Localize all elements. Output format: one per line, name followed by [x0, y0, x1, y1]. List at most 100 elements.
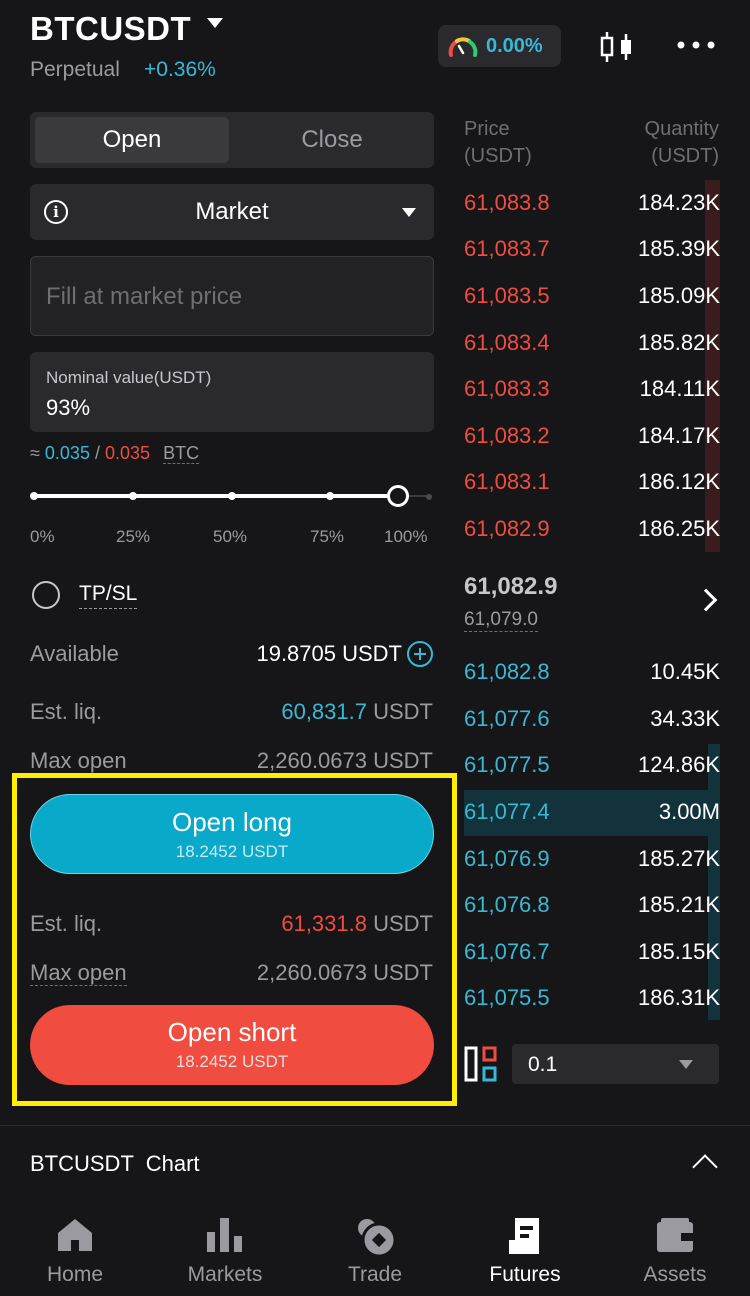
- bid-row[interactable]: 61,077.5 124.86K: [464, 743, 720, 789]
- short-max-open-label-text[interactable]: Max open: [30, 960, 127, 986]
- slider-stop-50[interactable]: [228, 492, 236, 500]
- candlestick-icon[interactable]: [598, 30, 636, 64]
- sentiment-value: 0.00%: [486, 35, 543, 57]
- bid-row[interactable]: 61,077.4 3.00M: [464, 790, 720, 836]
- ask-price: 61,083.5: [464, 283, 550, 308]
- tab-open[interactable]: Open: [35, 117, 229, 163]
- symbol-title[interactable]: BTCUSDT: [30, 10, 191, 48]
- slider-tick-label: 25%: [116, 527, 151, 546]
- ask-price: 61,083.1: [464, 469, 550, 494]
- bid-row[interactable]: 61,076.8 185.21K: [464, 883, 720, 929]
- bid-price: 61,082.8: [464, 659, 550, 684]
- chevron-right-icon[interactable]: [694, 588, 718, 612]
- long-est-liq-unit: USDT: [373, 699, 433, 724]
- slider-stop-75[interactable]: [326, 492, 334, 500]
- ask-price: 61,083.8: [464, 190, 550, 215]
- slider-tick-label: 100%: [384, 527, 428, 546]
- bid-row[interactable]: 61,076.9 185.27K: [464, 837, 720, 883]
- ask-row[interactable]: 61,083.4 185.82K: [464, 321, 720, 367]
- short-est-liq: 61,331.8 USDT: [281, 911, 433, 937]
- approx-unit[interactable]: BTC: [163, 443, 200, 464]
- bid-row[interactable]: 61,076.7 185.15K: [464, 930, 720, 976]
- bid-row[interactable]: 61,082.8 10.45K: [464, 650, 720, 696]
- more-icon[interactable]: [676, 39, 716, 51]
- chevron-up-icon[interactable]: [692, 1154, 718, 1180]
- ask-row[interactable]: 61,082.9 186.25K: [464, 507, 720, 553]
- slider-stop-0[interactable]: [30, 492, 38, 500]
- slider-tick-label: 50%: [213, 527, 248, 546]
- bid-qty: 3.00M: [658, 799, 720, 824]
- ask-qty: 184.17K: [638, 423, 720, 448]
- bid-price: 61,076.9: [464, 846, 550, 871]
- sentiment-pill[interactable]: 0.00%: [438, 25, 561, 67]
- short-est-liq-value: 61,331.8: [281, 911, 367, 936]
- bid-price: 61,076.7: [464, 939, 550, 964]
- bid-price: 61,076.8: [464, 892, 550, 917]
- ask-row[interactable]: 61,083.8 184.23K: [464, 181, 720, 227]
- wallet-icon: [657, 1218, 693, 1252]
- slider-tick-label: 75%: [310, 527, 345, 546]
- ask-qty: 184.23K: [638, 190, 720, 215]
- long-est-liq-value: 60,831.7: [281, 699, 367, 724]
- tpsl-label[interactable]: TP/SL: [79, 582, 138, 609]
- nav-home[interactable]: Home: [0, 1200, 150, 1296]
- ask-qty: 185.09K: [638, 283, 720, 308]
- bid-row[interactable]: 61,075.5 186.31K: [464, 976, 720, 1022]
- tab-close[interactable]: Close: [234, 117, 430, 163]
- bid-qty: 124.86K: [638, 752, 720, 777]
- bar-chart-icon: [207, 1218, 242, 1252]
- nominal-value-field[interactable]: Nominal value(USDT) 93%: [30, 352, 434, 432]
- percent-slider-track[interactable]: [34, 494, 398, 498]
- chart-section-title[interactable]: BTCUSDT Chart: [30, 1151, 200, 1177]
- long-max-open-label: Max open: [30, 748, 127, 774]
- tpsl-radio[interactable]: [32, 581, 60, 609]
- open-long-button[interactable]: Open long 18.2452 USDT: [30, 794, 434, 874]
- symbol-dropdown-caret-icon[interactable]: [207, 18, 223, 28]
- bid-price: 61,077.5: [464, 752, 550, 777]
- price-field: [30, 256, 434, 336]
- bid-price: 61,077.6: [464, 706, 550, 731]
- price-change: +0.36%: [144, 58, 216, 81]
- available-label: Available: [30, 641, 119, 666]
- last-price: 61,082.9: [464, 573, 558, 600]
- slider-stop-25[interactable]: [129, 492, 137, 500]
- depth-step-select[interactable]: 0.1: [512, 1044, 719, 1084]
- open-long-label: Open long: [172, 807, 292, 837]
- order-type-select[interactable]: i Market: [30, 184, 434, 240]
- ask-row[interactable]: 61,083.3 184.11K: [464, 367, 720, 413]
- ask-row[interactable]: 61,083.2 184.17K: [464, 414, 720, 460]
- nav-label: Markets: [187, 1263, 263, 1286]
- long-max-open-label-text[interactable]: Max open: [30, 748, 127, 774]
- nav-assets[interactable]: Assets: [600, 1200, 750, 1296]
- depth-step-value: 0.1: [528, 1053, 558, 1076]
- add-funds-icon[interactable]: [407, 641, 433, 667]
- orderbook-layout-icon[interactable]: [464, 1046, 498, 1082]
- ask-qty: 184.11K: [639, 376, 720, 401]
- approx-short-amount: 0.035: [105, 443, 151, 463]
- nominal-value[interactable]: 93%: [46, 395, 90, 421]
- price-input[interactable]: [46, 277, 416, 317]
- bid-qty: 10.45K: [650, 659, 720, 684]
- percent-slider-thumb[interactable]: [387, 485, 409, 507]
- price-header-line-2: (USDT): [464, 145, 532, 167]
- bid-qty: 34.33K: [650, 706, 720, 731]
- nav-futures[interactable]: Futures: [450, 1200, 600, 1296]
- ask-price: 61,082.9: [464, 516, 550, 541]
- nav-markets[interactable]: Markets: [150, 1200, 300, 1296]
- futures-icon: [509, 1218, 539, 1254]
- approx-separator: /: [94, 443, 100, 463]
- ask-qty: 185.82K: [638, 330, 720, 355]
- nav-trade[interactable]: Trade: [300, 1200, 450, 1296]
- mark-price[interactable]: 61,079.0: [464, 609, 538, 632]
- open-short-button[interactable]: Open short 18.2452 USDT: [30, 1005, 434, 1085]
- ask-row[interactable]: 61,083.7 185.39K: [464, 227, 720, 273]
- ask-row[interactable]: 61,083.1 186.12K: [464, 460, 720, 506]
- bid-row[interactable]: 61,077.6 34.33K: [464, 697, 720, 743]
- ask-row[interactable]: 61,083.5 185.09K: [464, 274, 720, 320]
- approx-long-amount: 0.035: [44, 443, 90, 463]
- bid-price: 61,075.5: [464, 985, 550, 1010]
- chevron-down-icon: [402, 208, 416, 217]
- short-max-open-label: Max open: [30, 960, 127, 986]
- approx-prefix: ≈: [30, 443, 40, 463]
- short-max-open-value: 2,260.0673 USDT: [256, 960, 433, 985]
